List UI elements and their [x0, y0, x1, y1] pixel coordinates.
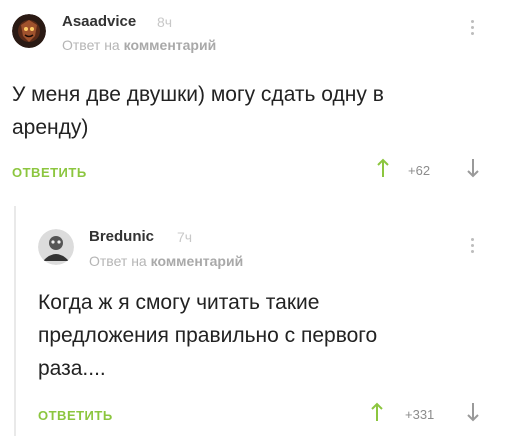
comment-text-line: аренду) — [12, 116, 89, 139]
reply-button[interactable]: ОТВЕТИТЬ — [12, 165, 87, 180]
author-name[interactable]: Asaadvice — [62, 13, 136, 30]
avatar[interactable] — [38, 229, 74, 265]
comment-text: Когда ж я смогу читать такие предложения… — [38, 286, 377, 385]
reply-to-prefix: Ответ на — [89, 253, 147, 269]
comment-bredunic: Bredunic 7ч Ответ на комментарий Когда ж… — [0, 206, 509, 436]
arrow-up-icon[interactable] — [370, 402, 384, 427]
comment-asaadvice: Asaadvice 8ч Ответ на комментарий У меня… — [0, 0, 509, 196]
reply-to-line: Ответ на комментарий — [89, 253, 243, 269]
kebab-menu-icon[interactable] — [465, 238, 479, 258]
arrow-up-icon[interactable] — [376, 158, 390, 183]
reply-button[interactable]: ОТВЕТИТЬ — [38, 408, 113, 423]
comment-text-line: предложения правильно с первого — [38, 324, 378, 347]
comment-text: У меня две двушки) могу сдать одну в аре… — [12, 78, 384, 144]
reply-to-prefix: Ответ на — [62, 37, 120, 53]
arrow-down-icon[interactable] — [466, 402, 480, 427]
reply-to-target-link[interactable]: комментарий — [151, 253, 244, 269]
comment-time: 7ч — [177, 229, 193, 245]
reply-to-line: Ответ на комментарий — [62, 37, 216, 53]
comment-text-line: раза.... — [38, 357, 106, 380]
kebab-menu-icon[interactable] — [465, 20, 479, 40]
reply-to-target-link[interactable]: комментарий — [124, 37, 217, 53]
avatar[interactable] — [12, 14, 46, 48]
author-name[interactable]: Bredunic — [89, 228, 154, 245]
comment-text-line: Когда ж я смогу читать такие — [38, 291, 320, 314]
comment-time: 8ч — [157, 14, 173, 30]
comment-text-line: У меня две двушки) могу сдать одну в — [12, 83, 384, 106]
vote-score: +331 — [405, 407, 435, 422]
arrow-down-icon[interactable] — [466, 158, 480, 183]
vote-score: +62 — [408, 163, 431, 178]
